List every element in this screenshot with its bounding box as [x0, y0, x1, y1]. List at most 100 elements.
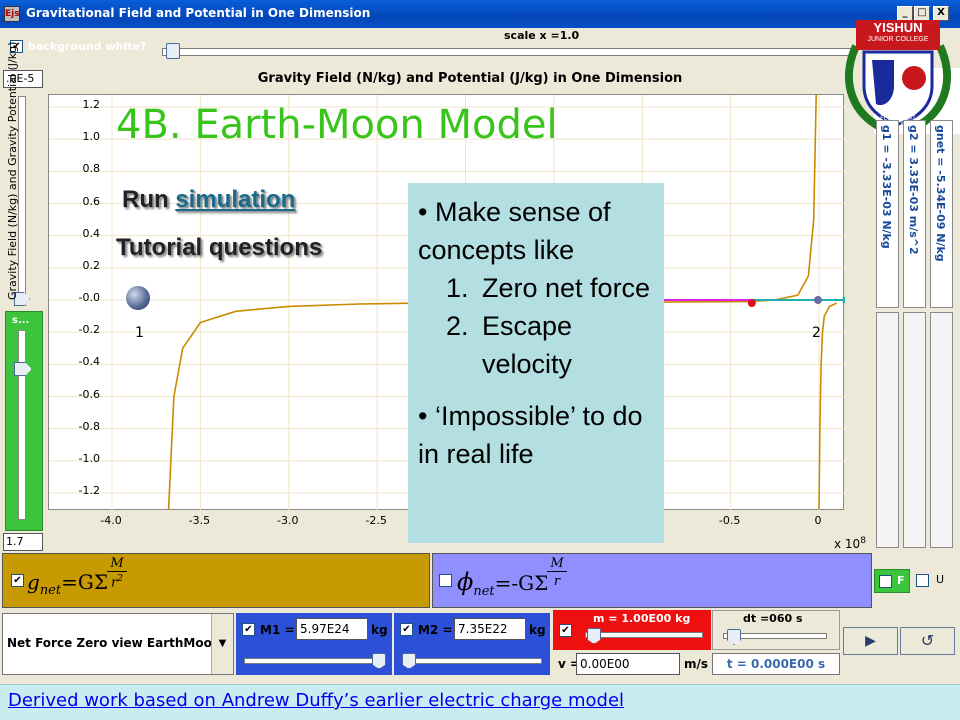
- m-slider-track[interactable]: [585, 632, 703, 638]
- y-tick-label: -1.0: [78, 451, 100, 465]
- app-icon: Ejs: [4, 6, 20, 22]
- phi-subscript: net: [473, 584, 495, 599]
- dt-label: dt =060 s: [743, 612, 803, 625]
- play-button[interactable]: ▶: [843, 627, 898, 655]
- g1-readout: g1 = -3.33E-03 N/kg: [876, 120, 899, 308]
- g-field-panel: ✔ gnet=GΣ M r2: [2, 553, 430, 608]
- gnet-readout: gnet = -5.34E-09 N/kg: [930, 120, 953, 308]
- y-tick-label: 0.6: [82, 194, 101, 208]
- f-toggle[interactable]: F: [874, 569, 910, 593]
- s-slider-label: s...: [12, 315, 30, 326]
- logo-name: YISHUN: [873, 20, 923, 35]
- phi-symbol: ϕ: [457, 568, 474, 596]
- m1-unit: kg: [371, 623, 388, 637]
- g-subscript: net: [39, 583, 62, 598]
- y-tick-label: 1.0: [82, 130, 101, 144]
- time-display: t = 0.000E00 s: [712, 653, 840, 675]
- f-label: F: [897, 574, 905, 587]
- y-tick-label: -1.2: [78, 484, 100, 497]
- college-logo: YISHUN JUNIOR COLLEGE FLORESCAT CONCORDI…: [842, 16, 954, 134]
- m2-slider-track[interactable]: [402, 658, 542, 664]
- gnet-bar: [930, 312, 953, 548]
- y-tick-label: 0.2: [82, 258, 101, 272]
- g2-value: g2 = 3.33E-03 m/s^2: [907, 125, 920, 255]
- m1-slider-track[interactable]: [244, 658, 384, 664]
- x-tick-label: -3.0: [277, 514, 299, 527]
- m-checkbox[interactable]: ✔: [559, 624, 572, 637]
- g1-bar: [876, 312, 899, 548]
- m1-input[interactable]: 5.97E24: [296, 618, 368, 640]
- x-tick-label: -4.0: [100, 514, 122, 527]
- scale-slider-thumb[interactable]: [166, 43, 180, 59]
- force-arrowhead-moon: [842, 296, 851, 304]
- x-multiplier: x 108: [834, 536, 866, 551]
- x-tick-label: 0: [814, 514, 822, 527]
- m1-checkbox[interactable]: ✔: [242, 623, 255, 636]
- y-tick-label: -0.4: [78, 355, 100, 369]
- y-tick-label: 1.2: [82, 98, 101, 111]
- callout-item: Escape velocity: [476, 307, 654, 383]
- earth-icon[interactable]: [126, 286, 150, 310]
- m1-control: ✔ M1 = 5.97E24 kg: [236, 613, 392, 675]
- m1-slider-thumb[interactable]: [372, 653, 386, 669]
- chevron-down-icon[interactable]: ▼: [211, 614, 233, 674]
- g1-value: g1 = -3.33E-03 N/kg: [880, 125, 893, 249]
- u-checkbox[interactable]: [916, 574, 929, 587]
- g2-readout: g2 = 3.33E-03 m/s^2: [903, 120, 926, 308]
- x-tick-label: -3.5: [188, 514, 211, 527]
- m-label: m = 1.00E00 kg: [593, 612, 691, 625]
- potential-checkbox[interactable]: [439, 574, 452, 587]
- g-rhs: =GΣ: [61, 570, 108, 594]
- g-formula: gnet=GΣ: [27, 570, 108, 598]
- m2-input[interactable]: 7.35E22: [454, 618, 526, 640]
- m2-checkbox[interactable]: ✔: [400, 623, 413, 636]
- moon-icon[interactable]: [814, 296, 822, 304]
- y-tick-label: 0.8: [82, 162, 101, 176]
- scale-slider-track[interactable]: [162, 48, 852, 56]
- s-value-field[interactable]: 1.7: [3, 533, 43, 551]
- concepts-callout: • Make sense of concepts like Zero net f…: [408, 183, 664, 543]
- callout-outro: • ‘Impossible’ to do in real life: [418, 401, 643, 469]
- potential-formula: ϕnet=-GΣ: [457, 568, 548, 599]
- g-field-checkbox[interactable]: ✔: [11, 574, 24, 587]
- logo-subtitle: JUNIOR COLLEGE: [867, 36, 929, 43]
- attribution-link[interactable]: Derived work based on Andrew Duffy’s ear…: [8, 690, 624, 711]
- body2-label: 2: [812, 325, 821, 341]
- plot-title: Gravity Field (N/kg) and Potential (J/kg…: [257, 71, 683, 86]
- y-tick-label: -0.2: [78, 323, 100, 337]
- reset-button[interactable]: ↺: [900, 627, 955, 655]
- m1-label: M1 =: [260, 623, 295, 637]
- phi-frac-denominator: r: [553, 574, 561, 589]
- left-slider-track[interactable]: [18, 96, 26, 306]
- x-multiplier-text: x 10: [834, 537, 861, 551]
- y-tick-label: 0.4: [82, 226, 101, 240]
- test-mass: [747, 299, 756, 307]
- g-symbol: g: [27, 570, 40, 594]
- run-prefix: Run: [122, 186, 176, 213]
- gnet-value: gnet = -5.34E-09 N/kg: [934, 125, 947, 262]
- callout-intro: • Make sense of concepts like: [418, 197, 611, 265]
- m-slider-thumb[interactable]: [587, 628, 601, 644]
- v-unit: m/s: [684, 657, 709, 671]
- m-control: ✔ m = 1.00E00 kg: [553, 610, 711, 650]
- x-tick-label: -2.5: [365, 514, 387, 527]
- simulation-link[interactable]: simulation: [175, 186, 295, 213]
- s-slider-track[interactable]: [18, 330, 26, 520]
- y-tick-label: -0.0: [78, 291, 100, 304]
- m2-slider-thumb[interactable]: [402, 653, 416, 669]
- g-frac-denominator: r2: [107, 574, 127, 590]
- x-tick-label: -0.5: [718, 514, 741, 527]
- view-selector[interactable]: Net Force Zero view EarthMoon ▼: [2, 613, 234, 675]
- tutorial-questions-link[interactable]: Tutorial questions: [116, 234, 322, 262]
- window-title: Gravitational Field and Potential in One…: [26, 6, 371, 20]
- dt-slider-thumb[interactable]: [727, 629, 741, 645]
- background-white-label: background white?: [28, 40, 147, 53]
- v-input[interactable]: 0.00E00: [576, 653, 680, 675]
- view-selector-value: Net Force Zero view EarthMoon: [7, 636, 221, 650]
- body1-label: 1: [135, 325, 144, 341]
- f-checkbox[interactable]: [879, 575, 892, 588]
- m2-unit: kg: [529, 623, 546, 637]
- y-tick-label: -0.6: [78, 387, 100, 401]
- u-label: U: [936, 573, 945, 586]
- phi-rhs: =-GΣ: [494, 571, 549, 595]
